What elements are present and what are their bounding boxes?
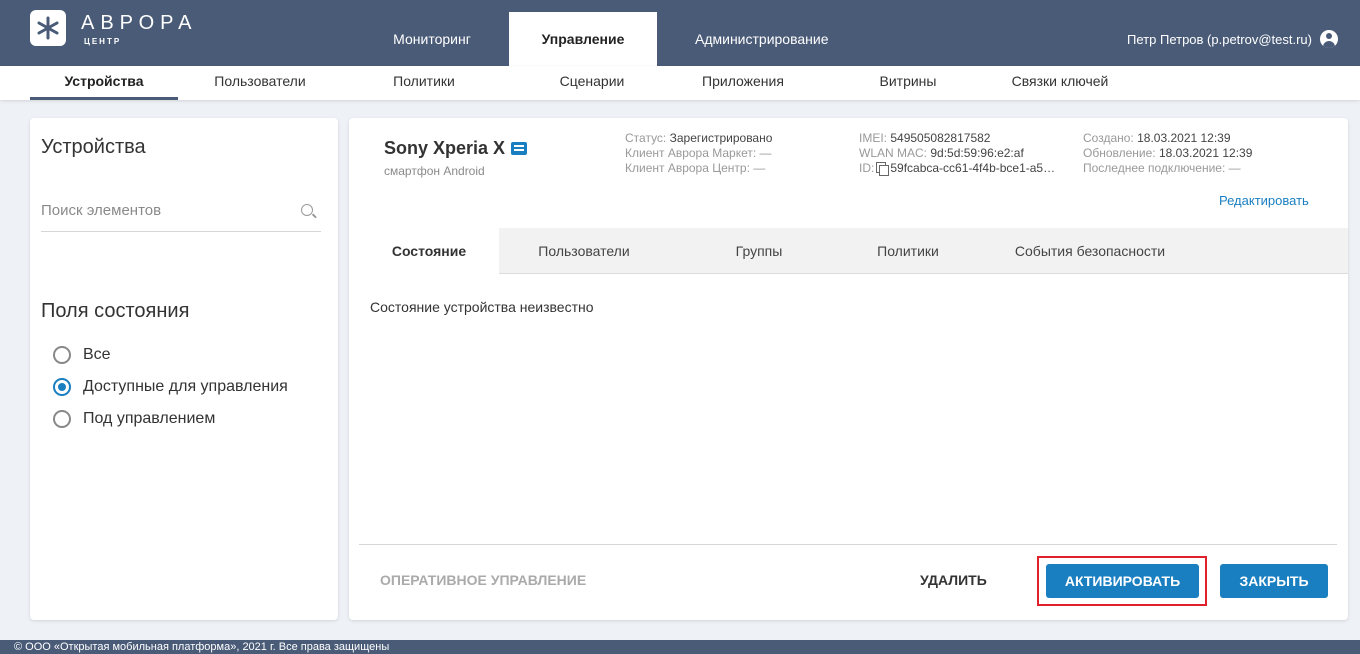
market-client-value: — xyxy=(759,146,772,160)
operational-control-button[interactable]: ОПЕРАТИВНОЕ УПРАВЛЕНИЕ xyxy=(380,572,586,588)
filter-label: Доступные для управления xyxy=(83,378,288,395)
updated-label: Обновление: xyxy=(1083,146,1156,160)
sub-navigation: Устройства Пользователи Политики Сценари… xyxy=(0,66,1360,100)
subtab-users[interactable]: Пользователи xyxy=(190,66,330,100)
created-value: 18.03.2021 12:39 xyxy=(1137,131,1231,145)
status-value: Зарегистрировано xyxy=(669,131,773,145)
subtab-keychains[interactable]: Связки ключей xyxy=(990,66,1130,100)
tab-groups[interactable]: Группы xyxy=(689,228,829,274)
filter-manageable[interactable]: Доступные для управления xyxy=(53,378,288,396)
subtab-policies[interactable]: Политики xyxy=(366,66,482,100)
search-icon[interactable] xyxy=(301,204,313,216)
user-menu[interactable]: Петр Петров (p.petrov@test.ru) xyxy=(1127,12,1338,66)
user-label: Петр Петров (p.petrov@test.ru) xyxy=(1127,31,1312,47)
status-label: Статус: xyxy=(625,131,667,145)
radio-unchecked-icon[interactable] xyxy=(53,410,71,428)
tab-state[interactable]: Состояние xyxy=(359,228,499,274)
last-connection-label: Последнее подключение: xyxy=(1083,161,1226,175)
device-identifiers-block: IMEI: 549505082817582 WLAN MAC: 9d:5d:59… xyxy=(859,131,1055,176)
wlan-label: WLAN MAC: xyxy=(859,146,928,160)
subtab-applications[interactable]: Приложения xyxy=(678,66,808,100)
imei-value: 549505082817582 xyxy=(890,131,991,145)
imei-label: IMEI: xyxy=(859,131,888,145)
search-field xyxy=(41,202,321,232)
aurora-logo-icon[interactable] xyxy=(30,10,66,46)
filter-label: Все xyxy=(83,346,111,363)
wlan-value: 9d:5d:59:96:e2:af xyxy=(930,146,1024,160)
tab-policies[interactable]: Политики xyxy=(853,228,963,274)
device-type: смартфон Android xyxy=(384,164,485,178)
close-button[interactable]: ЗАКРЫТЬ xyxy=(1220,564,1328,598)
id-label: ID: xyxy=(859,161,875,175)
activate-button[interactable]: АКТИВИРОВАТЬ xyxy=(1046,564,1199,598)
device-state-message: Состояние устройства неизвестно xyxy=(370,299,594,315)
top-bar: АВРОРА ЦЕНТР Мониторинг Управление Админ… xyxy=(0,0,1360,66)
state-fields-title: Поля состояния xyxy=(41,300,190,322)
id-value: 59fcabca-cc61-4f4b-bce1-a5… xyxy=(890,161,1056,175)
delete-button[interactable]: УДАЛИТЬ xyxy=(920,572,987,588)
footer-copyright: © ООО «Открытая мобильная платформа», 20… xyxy=(0,640,1360,654)
tab-users[interactable]: Пользователи xyxy=(509,228,659,274)
radio-checked-icon[interactable] xyxy=(53,378,71,396)
copy-icon[interactable] xyxy=(876,162,890,176)
device-status-block: Статус: Зарегистрировано Клиент Аврора М… xyxy=(625,131,772,176)
filter-managed[interactable]: Под управлением xyxy=(53,410,215,428)
updated-value: 18.03.2021 12:39 xyxy=(1158,146,1253,160)
device-details-panel: Sony Xperia X смартфон Android Статус: З… xyxy=(349,118,1348,620)
center-client-value: — xyxy=(753,161,766,175)
device-name: Sony Xperia X xyxy=(384,138,528,159)
subtab-devices[interactable]: Устройства xyxy=(30,66,178,100)
device-dates-block: Создано: 18.03.2021 12:39 Обновление: 18… xyxy=(1083,131,1252,176)
panel-title: Устройства xyxy=(41,136,146,158)
subtab-scenarios[interactable]: Сценарии xyxy=(530,66,654,100)
device-tabs: Состояние Пользователи Группы Политики С… xyxy=(359,228,1348,274)
brand-subtitle: ЦЕНТР xyxy=(84,37,122,46)
divider xyxy=(359,544,1337,545)
subtab-showcases[interactable]: Витрины xyxy=(858,66,958,100)
center-client-label: Клиент Аврора Центр: xyxy=(625,161,750,175)
filter-label: Под управлением xyxy=(83,410,216,427)
filter-all[interactable]: Все xyxy=(53,346,111,364)
main-tab-administration[interactable]: Администрирование xyxy=(675,12,865,66)
device-name-text: Sony Xperia X xyxy=(384,138,506,158)
message-icon[interactable] xyxy=(511,142,528,155)
devices-filter-panel: Устройства Поля состояния Все Доступные … xyxy=(30,118,338,620)
search-input[interactable] xyxy=(41,202,291,219)
main-tab-management[interactable]: Управление xyxy=(509,12,657,66)
edit-link[interactable]: Редактировать xyxy=(1219,193,1309,208)
main-tab-monitoring[interactable]: Мониторинг xyxy=(371,12,493,66)
tab-security-events[interactable]: События безопасности xyxy=(985,228,1195,274)
radio-unchecked-icon[interactable] xyxy=(53,346,71,364)
user-circle-icon xyxy=(1320,30,1338,48)
brand-name: АВРОРА xyxy=(81,12,198,34)
market-client-label: Клиент Аврора Маркет: xyxy=(625,146,757,160)
last-connection-value: — xyxy=(1228,161,1241,175)
created-label: Создано: xyxy=(1083,131,1134,145)
